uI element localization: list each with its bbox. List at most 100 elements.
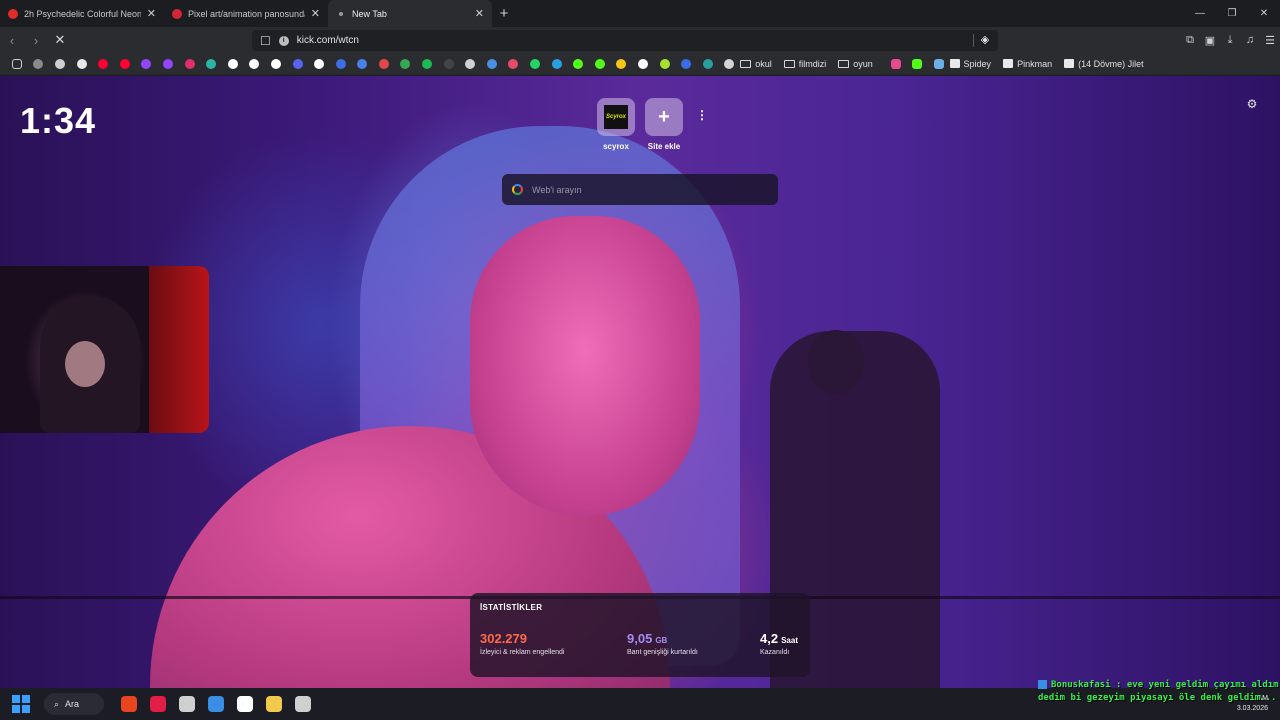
bookmark-icon[interactable] [28, 58, 50, 69]
stat-desc: İzleyici & reklam engellendi [480, 649, 565, 656]
top-site-scyrox[interactable]: Scyrox [597, 98, 635, 136]
bookmark-icon[interactable] [92, 58, 114, 69]
app-icon[interactable] [172, 696, 201, 712]
bookmark-icon[interactable] [49, 58, 71, 69]
bookmark-icon[interactable] [438, 58, 460, 69]
downloads-icon[interactable]: ⤓ [1220, 34, 1240, 47]
menu-icon[interactable]: ☰ [1260, 34, 1280, 47]
bookmark-icon[interactable] [114, 58, 136, 69]
bookmark-icon[interactable] [885, 58, 907, 69]
gear-icon[interactable]: ⚙ [1245, 97, 1259, 111]
bookmark-icon[interactable] [503, 58, 525, 69]
window-controls: — ❐ ✕ [1184, 0, 1280, 27]
bookmark-icon[interactable] [265, 58, 287, 69]
bookmark-icon[interactable] [675, 58, 697, 69]
bookmark-icon[interactable] [352, 58, 374, 69]
forward-button[interactable]: › [24, 33, 48, 48]
bookmark-icon[interactable] [611, 58, 633, 69]
more-options-icon[interactable]: ⋮ [696, 108, 708, 122]
add-site-button[interactable]: + [645, 98, 683, 136]
windows-start-icon[interactable] [12, 695, 30, 713]
clock: 1:34 [20, 100, 97, 141]
stat-desc: Bant genişliği kurtarıldı [627, 649, 698, 656]
bookmark-icon[interactable] [330, 58, 352, 69]
stat-ads-blocked: 302.279 İzleyici & reklam engellendi [480, 631, 564, 656]
photos-icon[interactable] [201, 696, 230, 712]
bookmark-icon[interactable] [244, 58, 266, 69]
bookmark-folder[interactable]: filmdizi [783, 58, 827, 69]
bookmark-icon[interactable] [459, 58, 481, 69]
bookmark-icon[interactable] [416, 58, 438, 69]
folder-icon [838, 59, 850, 68]
back-button[interactable]: ‹ [0, 33, 24, 48]
extensions-icon[interactable]: ⧉ [1180, 34, 1200, 47]
tab-strip: 2h Psychedelic Colorful Neon Backgr ✕ Pi… [0, 0, 1280, 27]
bookmark-icon[interactable] [222, 58, 244, 69]
bookmark-icon[interactable] [308, 58, 330, 69]
media-player-icon[interactable] [143, 696, 172, 712]
tab-pinterest[interactable]: Pixel art/animation panosundaki Pin ✕ [164, 0, 328, 27]
bookmark-icon[interactable] [632, 58, 654, 69]
bookmark-icon[interactable] [589, 58, 611, 69]
close-icon[interactable]: ✕ [147, 7, 156, 20]
site-info-icon[interactable]: i [278, 35, 289, 46]
bookmark-icon[interactable] [654, 58, 676, 69]
bookmark-icon[interactable] [136, 58, 158, 69]
bookmark-icon[interactable] [697, 58, 719, 69]
url-text[interactable]: kick.com/wtcn [297, 35, 359, 46]
bookmark-label: (14 Dövme) Jilet [1078, 58, 1144, 69]
plus-icon: + [658, 105, 670, 128]
bookmark-icon[interactable] [373, 58, 395, 69]
new-tab-button[interactable]: + [492, 0, 516, 27]
address-bar[interactable]: ☐ i kick.com/wtcn ◈ [252, 30, 998, 51]
toolbar-actions: ⧉ ▣ ⤓ ♫ ☰ [1180, 27, 1280, 53]
restore-button[interactable]: ❐ [1216, 0, 1248, 27]
page-icon [1064, 59, 1075, 68]
close-window-button[interactable]: ✕ [1248, 0, 1280, 27]
bookmark-icon[interactable] [906, 58, 928, 69]
bookmark-icon[interactable] [524, 58, 546, 69]
close-icon[interactable]: ✕ [311, 7, 320, 20]
stop-button[interactable]: ✕ [48, 32, 72, 48]
sync-icon[interactable] [230, 696, 259, 712]
bookmark-icon[interactable] [481, 58, 503, 69]
toolbar: ‹ › ✕ ☐ i kick.com/wtcn ◈ ⧉ ▣ ⤓ ♫ ☰ [0, 27, 1280, 53]
brave-app-icon[interactable] [114, 696, 143, 712]
bookmark-item[interactable]: (14 Dövme) Jilet [1064, 59, 1144, 69]
bookmark-folder[interactable]: okul [740, 59, 772, 69]
bookmark-icon[interactable] [546, 58, 568, 69]
bookmark-icon[interactable] [719, 58, 741, 69]
bookmark-icon[interactable] [567, 58, 589, 69]
apps-grid-icon[interactable] [6, 58, 28, 69]
google-icon [512, 184, 523, 195]
bookmark-label: okul [755, 58, 772, 69]
media-icon[interactable]: ♫ [1240, 34, 1260, 46]
close-icon[interactable]: ✕ [475, 7, 484, 20]
bookmark-icon[interactable] [395, 58, 417, 69]
bookmark-icon[interactable] [928, 58, 950, 69]
sidebar-icon[interactable]: ▣ [1200, 34, 1220, 47]
bookmark-icon[interactable]: ☐ [260, 34, 271, 48]
bookmark-folder[interactable]: oyun [838, 59, 873, 69]
search-input[interactable]: Web'i arayın [502, 174, 778, 205]
bookmark-item[interactable]: Pinkman [1003, 59, 1052, 69]
brave-shield-icon[interactable]: ◈ [978, 33, 992, 47]
tab-youtube-video[interactable]: 2h Psychedelic Colorful Neon Backgr ✕ [0, 0, 164, 27]
bookmark-icon[interactable] [157, 58, 179, 69]
tab-new-tab[interactable]: New Tab ✕ [328, 0, 492, 27]
bookmark-icon[interactable] [200, 58, 222, 69]
bookmark-item[interactable]: Spidey [949, 59, 991, 69]
taskbar-search[interactable]: ⌕ Ara [44, 693, 104, 715]
background-art [470, 216, 700, 516]
stat-bandwidth: 9,05 GB Bant genişliği kurtarıldı [627, 631, 698, 656]
bookmark-icon[interactable] [71, 58, 93, 69]
bookmark-label: filmdizi [798, 58, 827, 69]
chrome-app-icon[interactable] [288, 696, 317, 712]
file-explorer-icon[interactable] [259, 696, 288, 712]
scyrox-logo: Scyrox [604, 105, 628, 129]
bookmark-icon[interactable] [287, 58, 309, 69]
minimize-button[interactable]: — [1184, 0, 1216, 27]
loading-icon [339, 11, 343, 16]
search-icon: ⌕ [54, 698, 60, 709]
bookmark-icon[interactable] [179, 58, 201, 69]
